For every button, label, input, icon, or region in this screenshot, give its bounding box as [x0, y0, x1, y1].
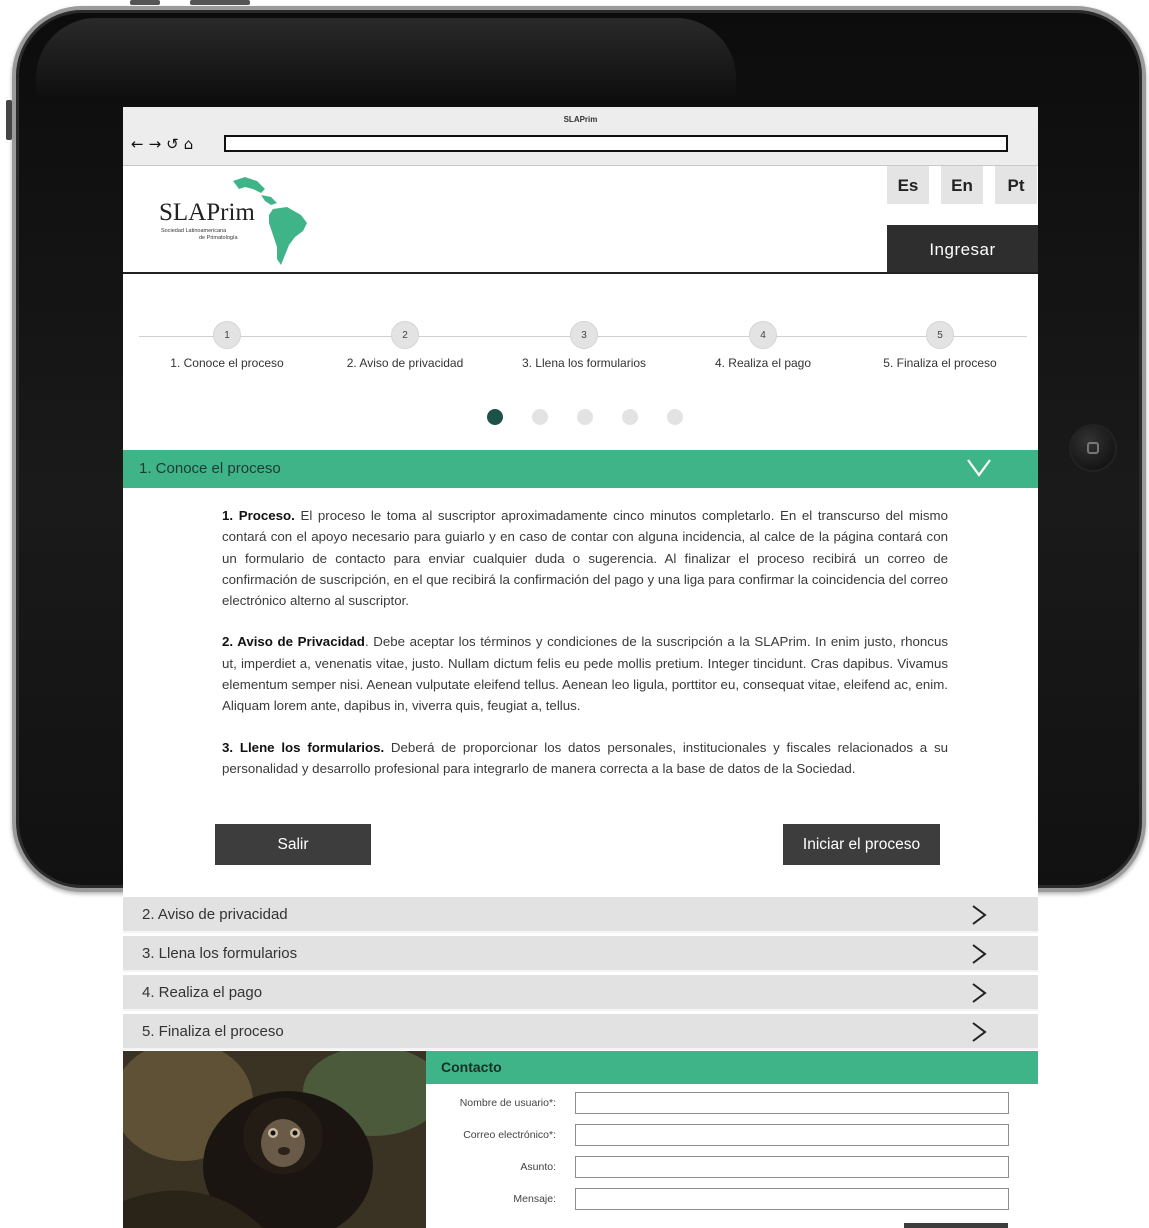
paragraph-formularios: 3. Llene los formularios. Deberá de prop… — [222, 737, 948, 780]
login-button[interactable]: Ingresar — [887, 225, 1038, 273]
pager-dot[interactable] — [577, 409, 593, 425]
accordion-item-formularios[interactable]: 3. Llena los formularios — [123, 936, 1038, 972]
accordion-item-privacidad[interactable]: 2. Aviso de privacidad — [123, 897, 1038, 933]
contact-title: Contacto — [441, 1059, 502, 1075]
accordion-title: 4. Realiza el pago — [142, 984, 263, 1001]
form-row-username: Nombre de usuario*: — [426, 1092, 1038, 1116]
start-process-button[interactable]: Iniciar el proceso — [783, 824, 940, 865]
step-number: 5 — [926, 321, 954, 349]
step-number: 3 — [570, 321, 598, 349]
step-label: 2. Aviso de privacidad — [346, 356, 464, 370]
logo-name: SLAPrim — [159, 199, 255, 226]
chevron-right-icon — [972, 1022, 987, 1042]
paragraph-title: 3. Llene los formularios. — [222, 739, 385, 755]
accordion-item-finaliza[interactable]: 5. Finaliza el proceso — [123, 1014, 1038, 1050]
top-button — [190, 0, 250, 5]
home-icon[interactable]: ⌂ — [184, 135, 197, 153]
pager-dot[interactable] — [487, 409, 503, 425]
language-es-button[interactable]: Es — [887, 166, 929, 204]
pager-dot[interactable] — [532, 409, 548, 425]
browser-title: SLAPrim — [563, 115, 598, 124]
accordion-title: 2. Aviso de privacidad — [142, 906, 288, 923]
send-button[interactable] — [904, 1223, 1008, 1228]
top-button — [130, 0, 160, 5]
paragraph-title: 1. Proceso. — [222, 508, 295, 523]
message-field[interactable] — [575, 1188, 1009, 1210]
exit-button[interactable]: Salir — [215, 824, 371, 865]
forward-arrow-icon[interactable]: → — [149, 135, 165, 153]
step-4[interactable]: 4 4. Realiza el pago — [673, 321, 853, 370]
step-number: 4 — [749, 321, 777, 349]
step-label: 4. Realiza el pago — [714, 356, 812, 370]
language-en-button[interactable]: En — [941, 166, 983, 204]
accordion-header-active[interactable]: 1. Conoce el proceso — [123, 450, 1038, 488]
paragraph-title: 2. Aviso de Privacidad — [222, 634, 365, 650]
step-label: 5. Finaliza el proceso — [883, 356, 997, 370]
tablet-glare — [36, 18, 736, 98]
step-label: 1. Conoce el proceso — [170, 356, 284, 370]
reload-icon[interactable]: ↺ — [166, 135, 182, 153]
step-label: 3. Llena los formularios — [521, 356, 647, 370]
home-square-icon — [1087, 442, 1099, 454]
message-label: Mensaje: — [513, 1193, 556, 1205]
language-pt-button[interactable]: Pt — [995, 166, 1037, 204]
browser-nav: ← → ↺ ⌂ — [131, 135, 198, 153]
paragraph-privacidad: 2. Aviso de Privacidad. Debe aceptar los… — [222, 631, 948, 716]
logo-subtitle: Sociedad Latinoamericana — [161, 228, 227, 234]
address-bar[interactable] — [224, 135, 1008, 152]
form-row-email: Correo electrónico*: — [426, 1124, 1038, 1148]
form-row-message: Mensaje: — [426, 1188, 1038, 1212]
paragraph-text: El proceso le toma al suscriptor aproxim… — [222, 508, 949, 609]
back-arrow-icon[interactable]: ← — [131, 135, 147, 153]
accordion-title: 1. Conoce el proceso — [139, 460, 281, 477]
paragraph-proceso: 1. Proceso. El proceso le toma al suscri… — [222, 505, 948, 611]
logo-subtitle: de Primatología — [199, 235, 238, 241]
browser-toolbar: SLAPrim ← → ↺ ⌂ — [123, 107, 1038, 166]
pager-dot[interactable] — [667, 409, 683, 425]
slaprim-logo[interactable]: SLAPrim Sociedad Latinoamericana de Prim… — [159, 177, 309, 267]
step-5[interactable]: 5 5. Finaliza el proceso — [850, 321, 1030, 370]
step-2[interactable]: 2 2. Aviso de privacidad — [315, 321, 495, 370]
form-row-subject: Asunto: — [426, 1156, 1038, 1180]
spider-monkey-photo — [123, 1051, 426, 1228]
header-divider — [123, 272, 1038, 274]
step-1[interactable]: 1 1. Conoce el proceso — [137, 321, 317, 370]
step-number: 2 — [391, 321, 419, 349]
accordion-title: 5. Finaliza el proceso — [142, 1023, 284, 1040]
username-field[interactable] — [575, 1092, 1009, 1114]
email-field[interactable] — [575, 1124, 1009, 1146]
subject-label: Asunto: — [520, 1161, 556, 1173]
chevron-right-icon — [972, 905, 987, 925]
step-number: 1 — [213, 321, 241, 349]
accordion-item-pago[interactable]: 4. Realiza el pago — [123, 975, 1038, 1011]
username-label: Nombre de usuario*: — [459, 1097, 556, 1109]
volume-button — [6, 100, 12, 140]
chevron-right-icon — [972, 944, 987, 964]
email-label: Correo electrónico*: — [463, 1129, 556, 1141]
chevron-right-icon — [972, 983, 987, 1003]
pager-dot[interactable] — [622, 409, 638, 425]
step-3[interactable]: 3 3. Llena los formularios — [494, 321, 674, 370]
accordion-title: 3. Llena los formularios — [142, 945, 298, 962]
accordion-content: 1. Proceso. El proceso le toma al suscri… — [222, 505, 948, 799]
chevron-down-icon — [967, 459, 991, 477]
monkey-illustration — [123, 1051, 426, 1228]
contact-header: Contacto — [426, 1051, 1038, 1084]
home-button — [1069, 424, 1117, 472]
subject-field[interactable] — [575, 1156, 1009, 1178]
screen: SLAPrim ← → ↺ ⌂ SLAPrim Sociedad Latinoamer… — [123, 107, 1038, 1228]
